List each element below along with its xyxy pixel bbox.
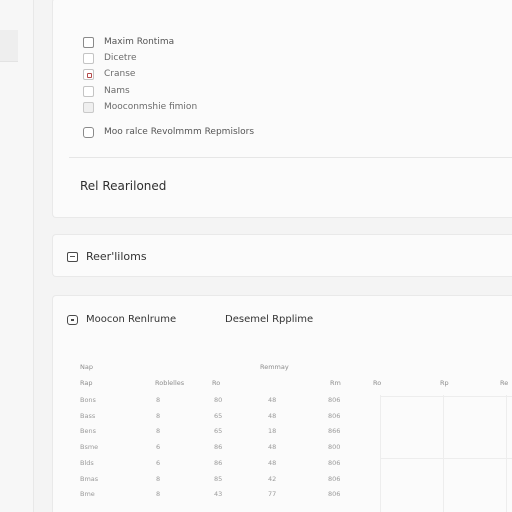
- table-cell: 8: [156, 411, 161, 420]
- section-title: Rel Reariloned: [80, 179, 167, 193]
- filter-option-label: Nams: [104, 86, 130, 96]
- table-cell: 806: [328, 458, 341, 467]
- table-cell: 8: [156, 427, 161, 436]
- table-cell: 800: [328, 443, 341, 452]
- checkbox[interactable]: [83, 101, 94, 113]
- table-cell: Bsme: [80, 443, 99, 452]
- table-header[interactable]: Rm: [330, 379, 341, 387]
- left-sidebar-strip: [0, 0, 34, 512]
- table-cell: Bens: [80, 427, 96, 436]
- table-cell: 8: [156, 396, 161, 404]
- table-header[interactable]: Re: [500, 379, 508, 387]
- grid-line: [443, 395, 444, 512]
- table-cell: 48: [268, 458, 277, 467]
- filter-option-4[interactable]: Mooconmshie fimion: [83, 100, 197, 114]
- sidebar-tab[interactable]: [0, 30, 18, 62]
- table-cell: 48: [268, 443, 277, 452]
- table-top-header: Nap: [80, 363, 93, 371]
- table-header[interactable]: Ro: [212, 379, 220, 387]
- table-cell: Bmas: [80, 474, 99, 483]
- table-cell: Bass: [80, 411, 96, 420]
- collapse-icon[interactable]: [67, 251, 78, 262]
- relations-title: Reer'liloms: [86, 250, 147, 263]
- table-cell: Blds: [80, 458, 94, 467]
- divider: [69, 157, 512, 158]
- filter-option-2[interactable]: Cranse: [83, 67, 135, 81]
- grid-line: [380, 395, 381, 512]
- checkbox[interactable]: [83, 36, 94, 48]
- table-cell: 42: [268, 474, 277, 483]
- table-cell: 806: [328, 490, 341, 499]
- table-cell: 86: [214, 443, 223, 452]
- table-cell: 806: [328, 411, 341, 420]
- checkbox[interactable]: [83, 85, 94, 97]
- table-cell: 806: [328, 396, 341, 404]
- filter-option-0[interactable]: Maxim Rontima: [83, 35, 174, 49]
- table-header[interactable]: Roblelles: [155, 379, 184, 387]
- checkbox[interactable]: [83, 52, 94, 64]
- radio-toggle[interactable]: [83, 126, 94, 138]
- filter-option-label: Mooconmshie fimion: [104, 102, 198, 112]
- results-subtitle: Desemel Rpplime: [225, 314, 314, 325]
- filter-option-label: Maxim Rontima: [104, 37, 175, 47]
- table-cell: 43: [214, 490, 223, 499]
- filter-option-label: Cranse: [104, 69, 136, 79]
- table-cell: Bons: [80, 396, 96, 404]
- relations-panel[interactable]: Reer'liloms: [52, 234, 512, 277]
- table-header[interactable]: Rap: [80, 379, 92, 387]
- table-cell: 48: [268, 396, 277, 404]
- table-cell: 86: [214, 458, 223, 467]
- grid-line: [506, 395, 507, 512]
- results-title: Moocon Renlrume: [86, 314, 177, 325]
- checkbox-checked[interactable]: [83, 68, 94, 80]
- table-header[interactable]: Ro: [373, 379, 381, 387]
- table-cell: 65: [214, 427, 223, 436]
- table-cell: Bme: [80, 490, 95, 499]
- filter-option-1[interactable]: Dicetre: [83, 51, 136, 65]
- table-cell: 65: [214, 411, 223, 420]
- table-header[interactable]: Rp: [440, 379, 449, 387]
- toggle-icon[interactable]: [67, 314, 78, 325]
- relations-header[interactable]: Reer'liloms: [67, 250, 147, 263]
- filter-option-label: Dicetre: [104, 53, 137, 63]
- table-cell: 8: [156, 474, 161, 483]
- table-cell: 85: [214, 474, 223, 483]
- table-cell: 806: [328, 474, 341, 483]
- filters-panel: Maxim Rontima Dicetre Cranse Nams Moocon…: [52, 0, 512, 218]
- filter-option-3[interactable]: Nams: [83, 84, 130, 98]
- results-header[interactable]: Moocon Renlrume: [67, 314, 176, 325]
- table-cell: 866: [328, 427, 341, 436]
- grid-line: [380, 458, 512, 459]
- grid-line: [380, 396, 512, 397]
- table-cell: 18: [268, 427, 277, 436]
- table-cell: 6: [156, 458, 161, 467]
- table-cell: 48: [268, 411, 277, 420]
- table-cell: 80: [214, 396, 223, 404]
- table-top-header: Remmay: [260, 363, 289, 371]
- filter-option-extra[interactable]: Moo ralce Revolmmm Repmislors: [83, 125, 254, 139]
- table-cell: 8: [156, 490, 161, 499]
- table-cell: 77: [268, 490, 277, 499]
- filter-option-label: Moo ralce Revolmmm Repmislors: [104, 127, 255, 137]
- table-cell: 6: [156, 443, 161, 452]
